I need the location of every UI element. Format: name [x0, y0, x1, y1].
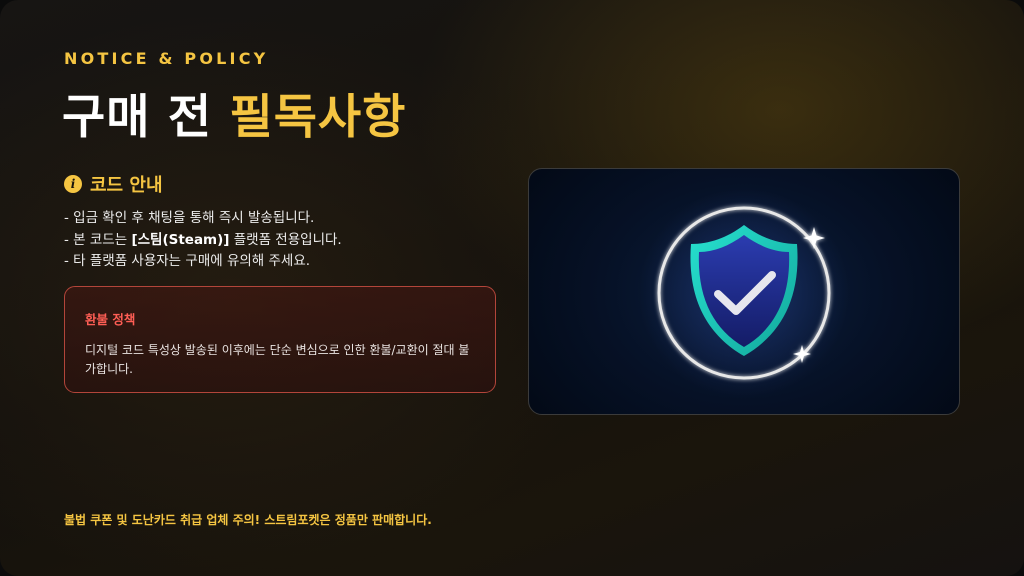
title-main: 구매 전: [62, 90, 230, 145]
refund-policy-box: 환불 정책 디지털 코드 특성상 발송된 이후에는 단순 변심으로 인한 환불/…: [64, 286, 496, 393]
title-accent: 필독사항: [229, 90, 407, 145]
list-item: - 본 코드는 [스팀(Steam)] 플랫폼 전용입니다.: [64, 230, 342, 252]
info-icon: i: [64, 175, 82, 193]
shield-check-icon: [639, 188, 849, 398]
refund-policy-title: 환불 정책: [85, 312, 136, 327]
list-item-suffix: 플랫폼 전용입니다.: [229, 231, 342, 248]
footer-notice: 불법 쿠폰 및 도난카드 취급 업체 주의! 스트림포켓은 정품만 판매합니다.: [64, 513, 432, 527]
security-illustration: [528, 168, 960, 415]
platform-name: [스팀(Steam)]: [131, 231, 230, 248]
notice-page: NOTICE & POLICY 구매 전 필독사항 i 코드 안내 - 입금 확…: [0, 0, 1024, 576]
code-guide-list: - 입금 확인 후 채팅을 통해 즉시 발송됩니다. - 본 코드는 [스팀(S…: [64, 208, 342, 273]
page-title: 구매 전 필독사항: [62, 78, 406, 147]
list-item: - 타 플랫폼 사용자는 구매에 유의해 주세요.: [64, 251, 342, 273]
list-item-text: - 타 플랫폼 사용자는 구매에 유의해 주세요.: [64, 253, 311, 269]
refund-policy-body: 디지털 코드 특성상 발송된 이후에는 단순 변심으로 인한 환불/교환이 절대…: [85, 343, 470, 376]
code-guide-heading: i 코드 안내: [64, 171, 163, 197]
code-guide-title: 코드 안내: [90, 175, 163, 196]
list-item-prefix: - 본 코드는: [64, 231, 132, 248]
eyebrow-label: NOTICE & POLICY: [64, 49, 269, 68]
list-item-text: - 입금 확인 후 채팅을 통해 즉시 발송됩니다.: [64, 210, 315, 226]
list-item: - 입금 확인 후 채팅을 통해 즉시 발송됩니다.: [64, 208, 342, 230]
